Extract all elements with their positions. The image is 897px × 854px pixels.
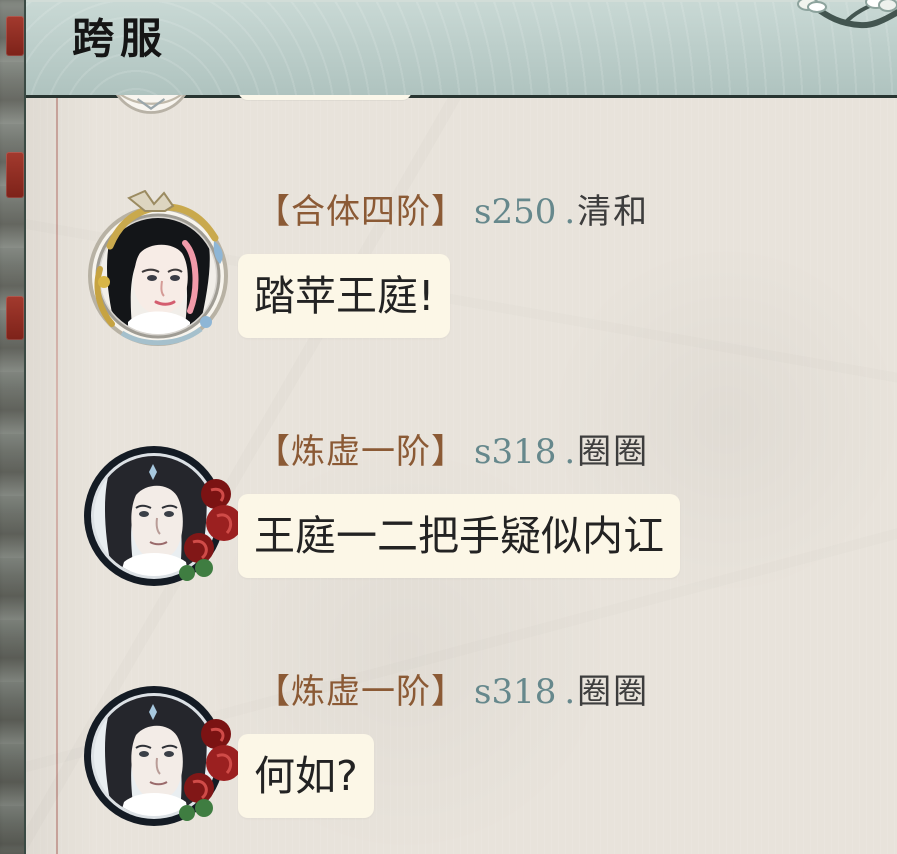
lotus-branch-icon	[797, 0, 897, 39]
left-badge-2	[6, 152, 24, 198]
message-bubble[interactable]: 何如?	[238, 734, 374, 818]
sender-info-line: 【合体四阶】 s250 .清和	[256, 190, 649, 234]
left-badge-1	[6, 16, 24, 56]
sender-rank: 【合体四阶】	[256, 192, 466, 232]
chat-panel: 跨服 【合体四阶】 s250 .清和 踏苹王庭! 【炼虚一阶】 s318 .圈圈…	[24, 0, 897, 854]
male-avatar-icon[interactable]	[78, 670, 238, 830]
chat-header: 跨服	[26, 0, 897, 98]
previous-message-bubble[interactable]	[238, 95, 412, 100]
channel-title: 跨服	[72, 14, 169, 63]
chat-message-3: 【炼虚一阶】 s318 .圈圈 何如?	[26, 670, 897, 840]
sender-rank: 【炼虚一阶】	[256, 672, 466, 712]
sender-name[interactable]: 圈圈	[577, 432, 649, 472]
female-avatar-icon[interactable]	[78, 190, 238, 350]
server-name-separator: .	[564, 192, 576, 232]
message-bubble[interactable]: 踏苹王庭!	[238, 254, 451, 338]
chat-message-1: 【合体四阶】 s250 .清和 踏苹王庭!	[26, 190, 897, 360]
sender-rank: 【炼虚一阶】	[256, 432, 466, 472]
male-avatar-icon[interactable]	[78, 430, 238, 590]
sender-info-line: 【炼虚一阶】 s318 .圈圈	[256, 670, 649, 714]
sender-info-line: 【炼虚一阶】 s318 .圈圈	[256, 430, 649, 474]
message-list[interactable]: 【合体四阶】 s250 .清和 踏苹王庭! 【炼虚一阶】 s318 .圈圈 王庭…	[26, 95, 897, 854]
server-name-separator: .	[564, 672, 576, 712]
sender-server: s250	[474, 192, 557, 232]
sender-server: s318	[474, 432, 557, 472]
sender-name[interactable]: 清和	[577, 192, 649, 232]
game-screen: 跨服 【合体四阶】 s250 .清和 踏苹王庭! 【炼虚一阶】 s318 .圈圈…	[0, 0, 897, 854]
sender-name[interactable]: 圈圈	[577, 672, 649, 712]
chat-message-2: 【炼虚一阶】 s318 .圈圈 王庭一二把手疑似内讧	[26, 430, 897, 600]
server-name-separator: .	[564, 432, 576, 472]
sender-server: s318	[474, 672, 557, 712]
previous-message-avatar	[106, 95, 196, 117]
left-badge-3	[6, 296, 24, 340]
message-bubble[interactable]: 王庭一二把手疑似内讧	[238, 494, 680, 578]
